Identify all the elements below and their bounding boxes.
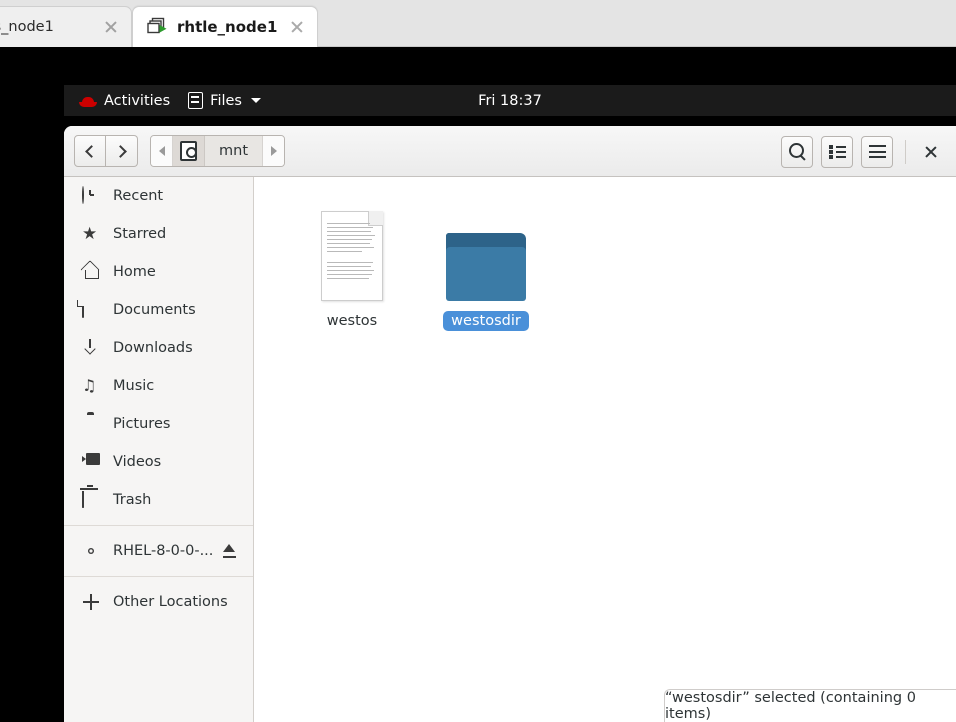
navigation-buttons [74, 135, 138, 167]
activities-button[interactable]: Activities [70, 90, 179, 112]
browser-tab-strip: rhtls_node1 rhtle_node1 [0, 0, 956, 47]
sidebar-item-videos[interactable]: Videos [64, 443, 253, 481]
close-icon[interactable] [287, 17, 307, 37]
desktop-background: Activities Files Fri 18:37 mnt Recent ★ … [0, 47, 956, 722]
sidebar-item-documents[interactable]: Documents [64, 291, 253, 329]
sidebar-item-music[interactable]: ♫ Music [64, 367, 253, 405]
files-app-icon [188, 92, 204, 109]
file-view-area[interactable]: westos westosdir [255, 177, 956, 722]
path-scroll-right-button[interactable] [262, 136, 284, 166]
file-label: westosdir [443, 311, 529, 331]
device-disk-icon [180, 141, 197, 161]
search-button[interactable] [781, 135, 813, 168]
places-sidebar[interactable]: Recent ★ Starred Home Documents Download… [64, 177, 254, 722]
sidebar-item-label: Trash [113, 492, 152, 508]
breadcrumb-mnt[interactable]: mnt [205, 136, 262, 166]
icon-grid: westos westosdir [255, 177, 956, 331]
breadcrumb-device-button[interactable] [173, 136, 205, 166]
redhat-logo-icon [79, 94, 97, 108]
list-view-icon [828, 145, 846, 159]
view-toggle-button[interactable] [821, 135, 853, 168]
status-bar: “westosdir” selected (containing 0 items… [664, 689, 956, 722]
file-item-westos[interactable]: westos [287, 199, 417, 331]
sidebar-item-starred[interactable]: ★ Starred [64, 215, 253, 253]
chevron-left-icon [85, 144, 98, 158]
app-menu-files[interactable]: Files [179, 89, 270, 112]
sidebar-divider [64, 525, 253, 526]
home-icon [82, 263, 100, 281]
sidebar-item-label: Pictures [113, 416, 171, 432]
close-icon[interactable] [101, 17, 121, 37]
screen: rhtls_node1 rhtle_node1 [0, 0, 956, 722]
hamburger-menu-icon [868, 145, 886, 158]
star-icon: ★ [82, 224, 98, 244]
status-text: “westosdir” selected (containing 0 items… [665, 690, 916, 722]
sidebar-item-home[interactable]: Home [64, 253, 253, 291]
chevron-right-icon [113, 144, 127, 158]
forward-button[interactable] [106, 135, 138, 167]
sidebar-item-downloads[interactable]: Downloads [64, 329, 253, 367]
header-right-group [781, 126, 944, 177]
browser-tab-inactive[interactable]: rhtls_node1 [0, 6, 132, 47]
top-bar-left-group: Activities Files [64, 89, 270, 112]
app-menu-label: Files [210, 92, 242, 109]
file-item-westosdir[interactable]: westosdir [421, 199, 551, 331]
chevron-down-icon [250, 98, 261, 103]
optical-disc-icon [82, 542, 100, 560]
main-menu-button[interactable] [861, 135, 893, 168]
back-button[interactable] [74, 135, 106, 167]
trash-icon [82, 491, 100, 509]
sidebar-item-label: Videos [113, 454, 162, 470]
document-icon [82, 300, 100, 319]
sidebar-divider [64, 576, 253, 577]
path-scroll-left-button[interactable] [151, 136, 173, 166]
window-header-bar: mnt [64, 126, 956, 177]
files-window: mnt Recent ★ Starred Home Documents Down… [64, 126, 956, 722]
path-bar: mnt [150, 135, 285, 167]
sidebar-item-label: Starred [113, 226, 167, 242]
sidebar-item-recent[interactable]: Recent [64, 177, 253, 215]
sidebar-item-other-locations[interactable]: Other Locations [64, 583, 253, 621]
folder-icon [446, 233, 526, 301]
sidebar-item-label: Other Locations [113, 594, 228, 610]
triangle-right-icon [270, 146, 277, 156]
browser-tab-active[interactable]: rhtle_node1 [132, 6, 318, 47]
music-note-icon: ♫ [82, 376, 97, 395]
file-thumbnail [446, 205, 526, 301]
browser-tab-title: rhtls_node1 [0, 19, 54, 35]
sidebar-item-label: Home [113, 264, 156, 280]
activities-label: Activities [104, 92, 171, 109]
window-stack-play-icon [147, 16, 169, 38]
plus-icon [82, 593, 100, 611]
sidebar-item-label: Music [113, 378, 155, 394]
text-document-icon [321, 211, 383, 301]
eject-icon[interactable] [222, 544, 237, 558]
sidebar-item-label: Documents [113, 302, 196, 318]
sidebar-item-label: Recent [113, 188, 164, 204]
sidebar-item-trash[interactable]: Trash [64, 481, 253, 519]
clock-icon [82, 186, 100, 205]
browser-tab-title: rhtle_node1 [177, 18, 278, 36]
window-close-button[interactable] [918, 139, 944, 165]
camera-icon [82, 415, 100, 433]
search-icon [788, 143, 806, 160]
sidebar-item-label: Downloads [113, 340, 193, 356]
header-divider [905, 139, 906, 164]
sidebar-item-pictures[interactable]: Pictures [64, 405, 253, 443]
gnome-top-bar: Activities Files Fri 18:37 [64, 85, 956, 116]
video-camera-icon [82, 453, 100, 471]
file-label: westos [326, 313, 378, 329]
header-left-group: mnt [64, 135, 285, 167]
triangle-left-icon [158, 146, 165, 156]
download-icon [82, 339, 100, 357]
sidebar-device-label: RHEL-8-0-0-... [113, 543, 214, 559]
sidebar-item-device-rhel[interactable]: RHEL-8-0-0-... [64, 532, 253, 570]
file-thumbnail [321, 205, 383, 301]
